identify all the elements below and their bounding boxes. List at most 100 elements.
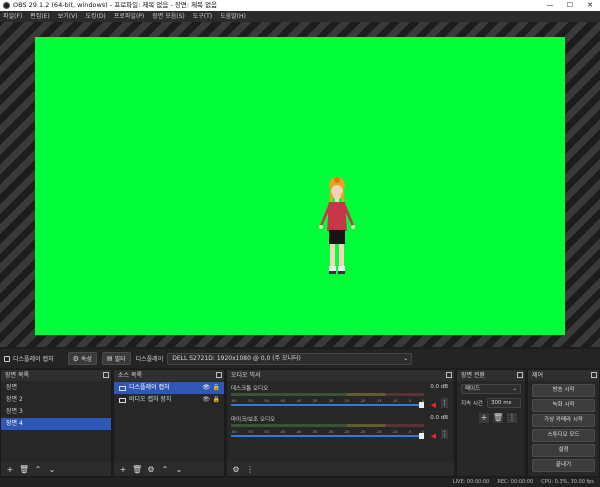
scene-item[interactable]: 장면 3 [1, 406, 111, 418]
green-screen-canvas[interactable] [35, 37, 565, 335]
filters-button[interactable]: ▤ 필터 [101, 352, 131, 365]
volume-slider[interactable] [231, 402, 424, 408]
slider-handle[interactable] [419, 433, 424, 439]
gear-icon[interactable]: ⚙ [146, 465, 156, 474]
scale-tick: -25 [343, 399, 350, 403]
more-options-icon[interactable]: ⋮ [441, 398, 448, 408]
chevron-down-icon: ⌄ [512, 386, 517, 392]
start-recording-button[interactable]: 녹화 시작 [532, 399, 595, 412]
move-down-icon[interactable]: ⌄ [47, 465, 57, 474]
menu-tools[interactable]: 도구(T) [193, 11, 212, 22]
menu-scene-collection[interactable]: 장면 모음(S) [152, 11, 184, 22]
scale-tick: -5 [407, 399, 412, 403]
start-virtual-camera-button[interactable]: 가상 카메라 시작 [532, 414, 595, 427]
add-icon[interactable]: + [118, 465, 128, 474]
menu-file[interactable]: 파일(F) [3, 11, 22, 22]
duration-row: 지속 시간 300 ms [457, 396, 525, 410]
advanced-audio-icon[interactable]: ⚙ [231, 465, 241, 474]
volume-slider[interactable] [231, 433, 424, 439]
speaker-icon[interactable]: ◀ [431, 401, 436, 409]
visibility-eye-icon[interactable]: 👁 [202, 382, 210, 394]
add-icon[interactable]: + [5, 465, 15, 474]
studio-mode-button[interactable]: 스튜디오 모드 [532, 429, 595, 442]
speaker-icon[interactable]: ◀ [431, 432, 436, 440]
preview-area[interactable] [0, 22, 600, 347]
gear-icon: ⚙ [72, 354, 79, 363]
meter-scale: -60 -55 -50 -45 -40 -35 -30 -25 -20 -15 … [231, 399, 424, 403]
scale-tick: -55 [247, 399, 253, 403]
rec-status: REC: 00:00:00 [497, 479, 534, 485]
lock-icon[interactable]: 🔒 [213, 394, 220, 406]
volume-meter [231, 393, 424, 396]
monitor-icon [4, 355, 10, 362]
source-item-selected[interactable]: 디스플레이 캡처 👁 🔒 [114, 382, 224, 394]
source-item[interactable]: 비디오 캡처 장치 👁 🔒 [114, 394, 224, 406]
transitions-dock: 장면 전환 페이드 ⌄ 지속 시간 300 ms + 🗑 ⋮ [456, 369, 526, 477]
remove-icon[interactable]: 🗑 [132, 465, 142, 474]
scene-item[interactable]: 장면 2 [1, 394, 111, 406]
lock-icon[interactable]: 🔒 [213, 382, 220, 394]
controls-dock-title: 제어 [532, 372, 544, 379]
scale-tick: -35 [311, 399, 318, 403]
audio-mixer-dock: 오디오 믹서 데스크톱 오디오 0.0 dB -60 -55 -50 -45 -… [226, 369, 455, 477]
menu-help[interactable]: 도움말(H) [220, 11, 246, 22]
display-label: 디스플레이 [135, 356, 164, 363]
slider-handle[interactable] [419, 402, 424, 408]
close-button[interactable]: ✕ [580, 0, 600, 11]
transition-buttons: + 🗑 ⋮ [457, 410, 525, 423]
display-select[interactable]: DELL S2721D: 1920x1080 @ 0,0 (주 모니터) ⌄ [167, 352, 413, 365]
duration-input[interactable]: 300 ms [487, 398, 521, 408]
undock-icon[interactable] [517, 372, 523, 378]
properties-label: 속성 [80, 356, 92, 363]
menu-docks[interactable]: 도킹(D) [86, 11, 106, 22]
start-streaming-button[interactable]: 방송 시작 [532, 384, 595, 397]
obs-window: OBS 29.1.2 (64-bit, windows) - 프로파일: 제목 … [0, 0, 600, 487]
scale-tick: -20 [359, 399, 366, 403]
add-icon[interactable]: + [479, 413, 489, 423]
source-name: 디스플레이 캡처 [4, 354, 54, 363]
scale-tick: -40 [295, 399, 302, 403]
mixer-toolbar: ⚙ ⋮ [227, 462, 454, 476]
duration-value: 300 ms [491, 400, 512, 406]
properties-button[interactable]: ⚙ 속성 [67, 352, 97, 365]
source-item-label: 비디오 캡처 장치 [129, 396, 172, 403]
scale-tick: -45 [279, 399, 285, 403]
channel-db: 0.0 dB [430, 415, 448, 421]
undock-icon[interactable] [103, 372, 109, 378]
undock-icon[interactable] [216, 372, 222, 378]
move-up-icon[interactable]: ⌃ [33, 465, 43, 474]
scene-item-selected[interactable]: 장면 4 [1, 418, 111, 430]
exit-button[interactable]: 끝내기 [532, 459, 595, 472]
undock-icon[interactable] [591, 372, 597, 378]
transition-select[interactable]: 페이드 ⌄ [461, 384, 521, 394]
remove-icon[interactable]: 🗑 [493, 413, 503, 423]
move-down-icon[interactable]: ⌄ [174, 465, 184, 474]
visibility-eye-icon[interactable]: 👁 [202, 394, 210, 406]
minimize-button[interactable]: — [540, 0, 560, 11]
channel-db: 0.0 dB [430, 384, 448, 390]
transitions-dock-title: 장면 전환 [461, 372, 485, 379]
menu-edit[interactable]: 편집(E) [30, 11, 50, 22]
maximize-button[interactable]: ☐ [560, 0, 580, 11]
sources-dock-header: 소스 목록 [114, 370, 224, 381]
more-options-icon[interactable]: ⋮ [245, 465, 255, 474]
transitions-body: 페이드 ⌄ 지속 시간 300 ms + 🗑 ⋮ [457, 382, 525, 462]
scale-tick: -10 [391, 430, 398, 434]
remove-icon[interactable]: 🗑 [19, 465, 29, 474]
scenes-dock: 장면 목록 장면 장면 2 장면 3 장면 4 + 🗑 ⌃ ⌄ [0, 369, 112, 477]
menu-view[interactable]: 보기(V) [58, 11, 78, 22]
scene-item[interactable]: 장면 [1, 382, 111, 394]
obs-logo-icon [3, 2, 10, 9]
menu-profile[interactable]: 프로파일(P) [114, 11, 144, 22]
avatar-character [319, 177, 355, 274]
scale-tick: -50 [263, 399, 269, 403]
more-options-icon[interactable]: ⋮ [441, 429, 448, 439]
move-up-icon[interactable]: ⌃ [160, 465, 170, 474]
mixer-channel-mic: 마이크/보조 오디오 0.0 dB -60 -55 -50 -45 -40 -3… [227, 413, 454, 444]
settings-button[interactable]: 설정 [532, 444, 595, 457]
more-options-icon[interactable]: ⋮ [507, 413, 517, 423]
source-name-label: 디스플레이 캡처 [13, 356, 54, 363]
undock-icon[interactable] [446, 372, 452, 378]
menu-bar: 파일(F) 편집(E) 보기(V) 도킹(D) 프로파일(P) 장면 모음(S)… [0, 11, 600, 22]
display-select-value: DELL S2721D: 1920x1080 @ 0,0 (주 모니터) [172, 354, 301, 362]
